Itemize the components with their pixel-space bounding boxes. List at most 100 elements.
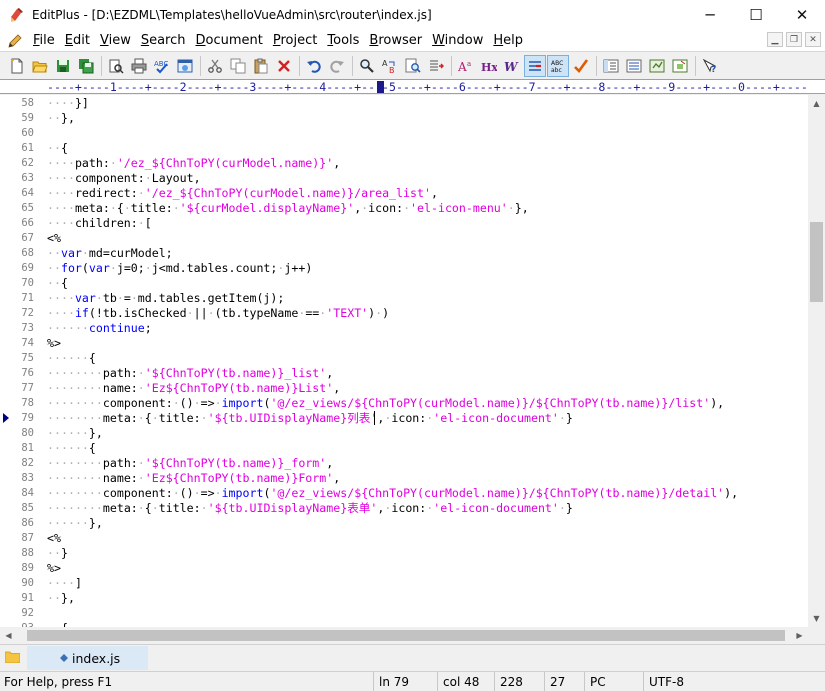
status-line[interactable]: ln 79 <box>373 672 436 691</box>
menu-project[interactable]: Project <box>269 33 322 48</box>
menu-document[interactable]: Document <box>192 33 267 48</box>
vertical-scroll-thumb[interactable] <box>810 222 823 302</box>
save-all-button[interactable] <box>75 55 97 77</box>
line-number-icon <box>529 60 541 71</box>
spell-check-button[interactable]: ABC <box>151 55 173 77</box>
browser-preview-button[interactable] <box>174 55 196 77</box>
list-button[interactable] <box>623 55 645 77</box>
status-column[interactable]: col 48 <box>437 672 493 691</box>
code-line[interactable]: ····path:·'/ez_${ChnToPY(curModel.name)}… <box>47 156 340 171</box>
hx-tag-button[interactable]: Hx <box>478 55 500 77</box>
code-line[interactable]: ····meta:·{·title:·'${curModel.displayNa… <box>47 201 529 216</box>
copy-button[interactable] <box>227 55 249 77</box>
code-editor[interactable]: 58 59 60 61 62 63 64 65 66 67 68 69 70 71 72 73 74 75 76 77… <box>0 95 808 627</box>
vertical-scrollbar[interactable]: ▲ ▼ <box>808 95 825 627</box>
cliptext-button[interactable] <box>646 55 668 77</box>
line-number-button[interactable] <box>524 54 546 77</box>
scroll-right-arrow-icon[interactable]: ▶ <box>791 627 808 644</box>
code-line[interactable]: ········name:·'Ez${ChnToPY(tb.name)}List… <box>47 381 340 396</box>
close-button[interactable]: ✕ <box>779 0 825 30</box>
code-line[interactable]: ········path:·'${ChnToPY(tb.name)}_form'… <box>47 456 333 471</box>
scrollbar-corner <box>808 627 825 644</box>
goto-line-button[interactable] <box>425 55 447 77</box>
code-line[interactable]: ····component:·Layout, <box>47 171 201 186</box>
code-line[interactable]: ····] <box>47 576 82 591</box>
code-line[interactable]: ··for(var·j=0;·j<md.tables.count;·j++) <box>47 261 312 276</box>
code-line[interactable]: ····if(!tb.isChecked·||·(tb.typeName·==·… <box>47 306 389 321</box>
save-button[interactable] <box>52 55 74 77</box>
menu-help[interactable]: Help <box>489 33 527 48</box>
code-line[interactable]: ········name:·'Ez${ChnToPY(tb.name)}Form… <box>47 471 340 486</box>
code-line[interactable]: ······}, <box>47 426 103 441</box>
maximize-button[interactable]: ☐ <box>733 0 779 30</box>
code-line[interactable]: ····var·tb·=·md.tables.getItem(j); <box>47 291 284 306</box>
print-button[interactable] <box>128 55 150 77</box>
redo-button[interactable] <box>326 55 348 77</box>
code-line[interactable]: ······{ <box>47 441 96 456</box>
print-preview-button[interactable] <box>105 55 127 77</box>
code-line[interactable]: ····children:·[ <box>47 216 152 231</box>
outline-button[interactable] <box>600 55 622 77</box>
code-line[interactable]: ··}, <box>47 591 75 606</box>
code-line[interactable]: <% <box>47 531 61 546</box>
paste-button[interactable] <box>250 55 272 77</box>
code-line[interactable]: ······continue; <box>47 321 152 336</box>
code-line[interactable]: ········path:·'${ChnToPY(tb.name)}_list'… <box>47 366 333 381</box>
menu-edit[interactable]: Edit <box>61 33 94 48</box>
code-line[interactable]: ····redirect:·'/ez_${ChnToPY(curModel.na… <box>47 186 438 201</box>
horizontal-scroll-thumb[interactable] <box>27 630 785 641</box>
code-line[interactable]: %> <box>47 336 61 351</box>
mdi-minimize-button[interactable]: ▁ <box>767 32 783 47</box>
open-folder-button[interactable] <box>29 55 51 77</box>
horizontal-scrollbar[interactable]: ◀ ▶ <box>0 627 808 644</box>
menu-view[interactable]: View <box>96 33 135 48</box>
code-line[interactable]: ········component:·()·=>·import('@/ez_vi… <box>47 486 738 501</box>
help-button[interactable]: ? <box>699 55 721 77</box>
code-line[interactable]: %> <box>47 561 61 576</box>
menu-file[interactable]: File <box>29 33 59 48</box>
status-file-mode[interactable]: PC <box>584 672 642 691</box>
mdi-restore-button[interactable]: ❐ <box>786 32 802 47</box>
minimize-button[interactable]: ─ <box>687 0 733 30</box>
menu-search[interactable]: Search <box>137 33 190 48</box>
line-number: 78 <box>21 397 34 409</box>
column-ruler-button[interactable]: ABC abc <box>547 54 569 77</box>
code-line[interactable]: ········meta:·{·title:·'${tb.UIDisplayNa… <box>47 411 573 426</box>
scroll-up-arrow-icon[interactable]: ▲ <box>808 95 825 112</box>
delete-button[interactable] <box>273 55 295 77</box>
menu-browser[interactable]: Browser <box>365 33 426 48</box>
directory-window-icon[interactable] <box>5 650 20 663</box>
code-line[interactable]: ··}, <box>47 111 75 126</box>
line-number: 67 <box>21 232 34 244</box>
new-file-button[interactable] <box>6 55 28 77</box>
tab-index-js[interactable]: index.js <box>27 646 148 670</box>
menu-tools[interactable]: Tools <box>323 33 363 48</box>
code-line[interactable]: ········meta:·{·title:·'${tb.UIDisplayNa… <box>47 501 573 516</box>
new-file-icon <box>10 57 23 73</box>
directory-button[interactable] <box>669 55 691 77</box>
font-button[interactable]: Aa <box>455 55 477 77</box>
cut-button[interactable] <box>204 55 226 77</box>
check-button[interactable] <box>570 55 592 77</box>
code-line[interactable]: ······}, <box>47 516 103 531</box>
menu-window[interactable]: Window <box>428 33 487 48</box>
code-line[interactable]: <% <box>47 231 61 246</box>
replace-button[interactable]: AB <box>379 55 401 77</box>
code-line[interactable]: ······{ <box>47 351 96 366</box>
code-line[interactable]: ··} <box>47 546 68 561</box>
code-line[interactable]: ··var·md=curModel; <box>47 246 173 261</box>
word-wrap-button[interactable]: W <box>501 55 523 77</box>
code-line[interactable]: ··{ <box>47 276 68 291</box>
code-line[interactable]: ··{ <box>47 141 68 156</box>
line-number-gutter[interactable]: 58 59 60 61 62 63 64 65 66 67 68 69 70 71 72 73 74 75 76 77… <box>0 95 47 627</box>
code-line[interactable]: ····}] <box>47 96 89 111</box>
code-line[interactable]: ········component:·()·=>·import('@/ez_vi… <box>47 396 724 411</box>
mdi-close-button[interactable]: ✕ <box>805 32 821 47</box>
scroll-left-arrow-icon[interactable]: ◀ <box>0 627 17 644</box>
status-encoding[interactable]: UTF-8 <box>643 672 825 691</box>
find-in-files-button[interactable] <box>402 55 424 77</box>
find-button[interactable] <box>356 55 378 77</box>
undo-button[interactable] <box>303 55 325 77</box>
js-file-icon <box>60 654 68 662</box>
scroll-down-arrow-icon[interactable]: ▼ <box>808 610 825 627</box>
